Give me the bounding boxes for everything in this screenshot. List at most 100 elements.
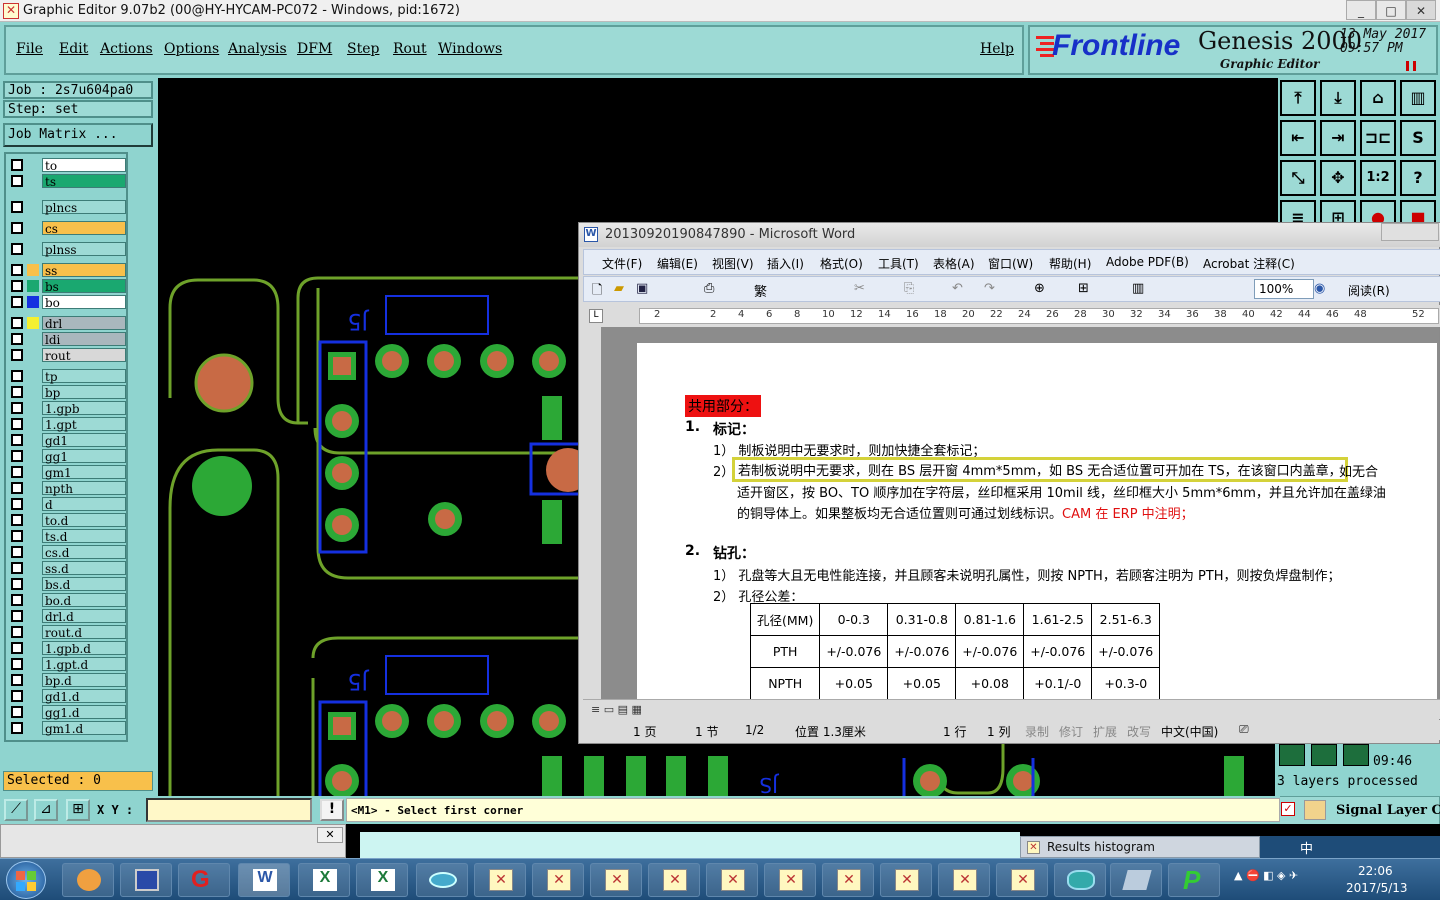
menu-file[interactable]: File: [16, 41, 43, 57]
layer-name[interactable]: rout: [42, 348, 126, 363]
taskbar-genesis-icon[interactable]: ✕: [474, 863, 526, 897]
layer-name[interactable]: bo.d: [42, 593, 126, 608]
layer-checkbox[interactable]: [11, 626, 23, 638]
layer-row[interactable]: d: [8, 497, 126, 512]
layer-row[interactable]: bs: [8, 279, 126, 294]
layer-name[interactable]: 1.gpt.d: [42, 657, 126, 672]
taskbar-genesis-icon[interactable]: ✕: [822, 863, 874, 897]
layer-row[interactable]: to.d: [8, 513, 126, 528]
layer-row[interactable]: bp.d: [8, 673, 126, 688]
maximize-button[interactable]: □: [1376, 0, 1406, 20]
layer-checkbox[interactable]: [11, 370, 23, 382]
status-track[interactable]: 修订: [1059, 723, 1083, 740]
layer-name[interactable]: ss.d: [42, 561, 126, 576]
word-menu-acrobat[interactable]: Acrobat 注释(C): [1203, 255, 1295, 272]
layer-name[interactable]: bp: [42, 385, 126, 400]
menu-windows[interactable]: Windows: [438, 41, 502, 57]
layer-checkbox[interactable]: [11, 317, 23, 329]
layer-checkbox[interactable]: [11, 690, 23, 702]
layer-name[interactable]: gm1: [42, 465, 126, 480]
signal-layer-panel[interactable]: ✓ Signal Layer Ch: [1275, 796, 1440, 826]
layer-checkbox[interactable]: [11, 386, 23, 398]
open-folder-icon[interactable]: ▰: [614, 281, 624, 296]
minimize-button[interactable]: _: [1346, 0, 1376, 20]
layer-name[interactable]: cs: [42, 221, 126, 236]
layer-checkbox[interactable]: [11, 610, 23, 622]
layer-row[interactable]: cs.d: [8, 545, 126, 560]
layer-row[interactable]: gg1: [8, 449, 126, 464]
xy-input[interactable]: [146, 798, 312, 822]
layer-name[interactable]: 1.gpt: [42, 417, 126, 432]
layer-checkbox[interactable]: [11, 706, 23, 718]
status-record[interactable]: 录制: [1025, 723, 1049, 740]
view-mode-icons[interactable]: ≡ ▭ ▤ ▦: [591, 703, 681, 716]
ime-indicator[interactable]: 中: [1300, 838, 1313, 857]
grid-snap-icon[interactable]: ⊞: [66, 799, 90, 821]
word-menu-tools[interactable]: 工具(T): [878, 255, 919, 272]
word-window[interactable]: W 20130920190847890 - Microsoft Word 文件(…: [578, 222, 1440, 744]
layer-checkbox[interactable]: [11, 722, 23, 734]
tool-top-icon[interactable]: ⤒: [1280, 80, 1316, 116]
tray-time[interactable]: 22:06: [1358, 864, 1393, 878]
word-document-area[interactable]: 共用部分： 1. 标记： 1） 制板说明中无要求时，则加快捷全套标记； 2） 若…: [601, 327, 1439, 699]
taskbar-save-icon[interactable]: [120, 863, 172, 897]
menu-help[interactable]: Help: [980, 41, 1014, 57]
layer-row[interactable]: drl.d: [8, 609, 126, 624]
layer-name[interactable]: tp: [42, 369, 126, 384]
taskbar-genesis-icon[interactable]: ✕: [938, 863, 990, 897]
layer-row[interactable]: plncs: [8, 200, 126, 215]
popup-window-stub[interactable]: ✕: [0, 824, 346, 858]
layer-row[interactable]: ts: [8, 174, 126, 189]
word-menu-view[interactable]: 视图(V): [712, 255, 754, 272]
layer-row[interactable]: 1.gpb: [8, 401, 126, 416]
layer-checkbox[interactable]: [11, 498, 23, 510]
layer-checkbox[interactable]: [11, 658, 23, 670]
layer-row[interactable]: 1.gpb.d: [8, 641, 126, 656]
menu-actions[interactable]: Actions: [100, 41, 153, 57]
layer-name[interactable]: ts.d: [42, 529, 126, 544]
layer-checkbox[interactable]: [11, 482, 23, 494]
menu-edit[interactable]: Edit: [59, 41, 88, 57]
tool-split-icon[interactable]: ▥: [1400, 80, 1436, 116]
word-menu-file[interactable]: 文件(F): [602, 255, 642, 272]
menu-options[interactable]: Options: [164, 41, 219, 57]
redo-icon[interactable]: ↷: [984, 281, 995, 296]
tool-zoom-in-icon[interactable]: ⤡: [1280, 160, 1316, 196]
layer-checkbox[interactable]: [11, 201, 23, 213]
layer-name[interactable]: 1.gpb: [42, 401, 126, 416]
word-menu-format[interactable]: 格式(O): [820, 255, 863, 272]
layer-name[interactable]: d: [42, 497, 126, 512]
layer-checkbox[interactable]: [11, 562, 23, 574]
layer-row[interactable]: ss.d: [8, 561, 126, 576]
info-icon[interactable]: !: [320, 799, 344, 821]
layer-name[interactable]: gg1: [42, 449, 126, 464]
layer-checkbox[interactable]: [11, 333, 23, 345]
taskbar-p-icon[interactable]: P: [1168, 863, 1220, 897]
taskbar-eraser-icon[interactable]: [1110, 863, 1162, 897]
layer-checkbox[interactable]: [11, 159, 23, 171]
taskbar-excel-icon[interactable]: X: [356, 863, 408, 897]
layer-checkbox[interactable]: [11, 530, 23, 542]
hyperlink-icon[interactable]: ⊕: [1034, 281, 1045, 296]
taskbar-tool-icon[interactable]: [1054, 863, 1106, 897]
taskbar-genesis-icon[interactable]: ✕: [880, 863, 932, 897]
layer-name[interactable]: bp.d: [42, 673, 126, 688]
undo-icon[interactable]: ↶: [952, 281, 963, 296]
spelling-icon[interactable]: ⎚: [1239, 722, 1249, 737]
measure-icon[interactable]: ⊿: [34, 799, 58, 821]
taskbar-genesis-icon[interactable]: ✕: [532, 863, 584, 897]
menu-analysis[interactable]: Analysis: [228, 41, 287, 57]
save-icon[interactable]: ▣: [636, 281, 648, 296]
layer-name[interactable]: cs.d: [42, 545, 126, 560]
tool-zoom-out-icon[interactable]: ✥: [1320, 160, 1356, 196]
pause-icon[interactable]: [1406, 61, 1416, 71]
layer-row[interactable]: npth: [8, 481, 126, 496]
taskbar-genesis-icon[interactable]: ✕: [648, 863, 700, 897]
word-menu-window[interactable]: 窗口(W): [988, 255, 1033, 272]
document-page[interactable]: 共用部分： 1. 标记： 1） 制板说明中无要求时，则加快捷全套标记； 2） 若…: [637, 343, 1437, 699]
word-menu-help[interactable]: 帮助(H): [1049, 255, 1091, 272]
tray-date[interactable]: 2017/5/13: [1346, 881, 1408, 895]
layer-row[interactable]: gm1.d: [8, 721, 126, 736]
taskbar-genesis-icon[interactable]: ✕: [706, 863, 758, 897]
layer-row[interactable]: plnss: [8, 242, 126, 257]
